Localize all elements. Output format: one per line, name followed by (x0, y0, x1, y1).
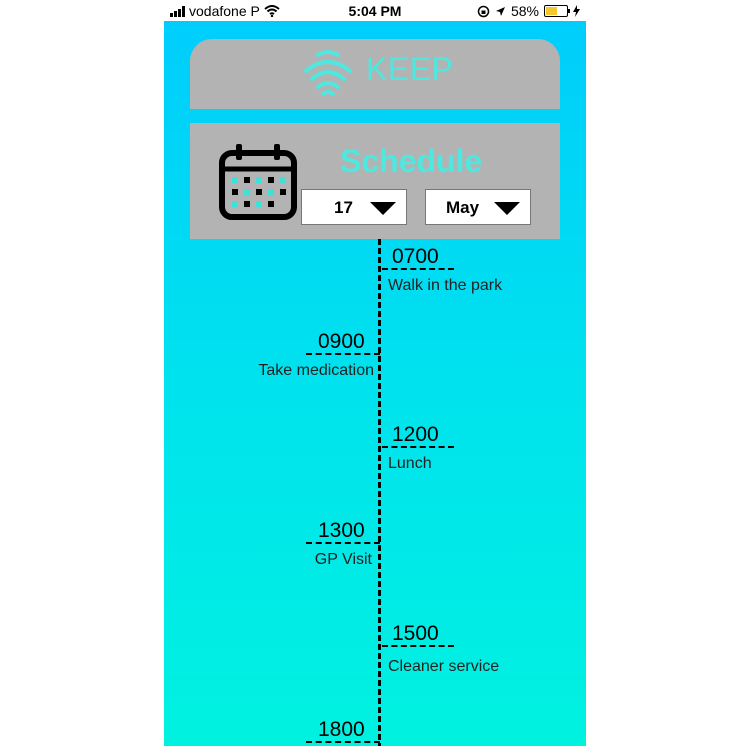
timeline-event[interactable]: 0700 Walk in the park (164, 241, 586, 301)
schedule-panel: Schedule 17 May (190, 123, 560, 239)
chevron-down-icon (370, 202, 396, 215)
event-label: Cleaner service (388, 658, 500, 675)
event-time: 1500 (392, 622, 439, 645)
timeline-event[interactable]: 1200 Lunch (164, 419, 586, 479)
app-logo-text: KEEP (366, 51, 454, 87)
rotation-lock-icon (477, 5, 490, 17)
event-time: 1800 (318, 718, 365, 741)
battery-percent: 58% (510, 3, 539, 19)
app-header: KEEP (190, 39, 560, 109)
timeline-event[interactable]: 1300 GP Visit (164, 515, 586, 575)
day-dropdown[interactable]: 17 (301, 189, 407, 225)
event-tick (306, 353, 380, 355)
event-tick (306, 542, 380, 544)
event-label: Walk in the park (388, 277, 503, 294)
event-time: 0900 (318, 330, 365, 353)
chevron-down-icon (494, 202, 520, 215)
status-bar: vodafone P 5:04 PM 58% (164, 0, 586, 21)
day-dropdown-value: 17 (334, 198, 353, 217)
timeline-event[interactable]: 0900 Take medication (164, 326, 586, 386)
event-label: GP Visit (314, 551, 372, 568)
charging-bolt-icon (573, 5, 580, 17)
event-time: 0700 (392, 245, 439, 268)
event-time: 1300 (318, 519, 365, 542)
status-right: 58% (477, 3, 580, 19)
month-dropdown[interactable]: May (425, 189, 531, 225)
timeline-event[interactable]: 1500 Cleaner service (164, 618, 586, 678)
event-label: Lunch (388, 455, 432, 472)
battery-icon (544, 5, 570, 17)
event-tick (306, 741, 380, 743)
timeline-event[interactable]: 1800 (164, 714, 586, 746)
event-time: 1200 (392, 423, 439, 446)
event-label: Take medication (258, 362, 374, 379)
event-tick (382, 645, 454, 647)
location-arrow-icon (495, 6, 505, 16)
event-tick (382, 446, 454, 448)
month-dropdown-value: May (446, 198, 480, 217)
schedule-title: Schedule (340, 143, 483, 179)
app-screen: KEEP Schedule 17 May 0700 Walk in the pa… (164, 21, 586, 746)
event-tick (382, 268, 454, 270)
keep-logo-icon (304, 50, 352, 96)
calendar-icon (219, 144, 297, 220)
